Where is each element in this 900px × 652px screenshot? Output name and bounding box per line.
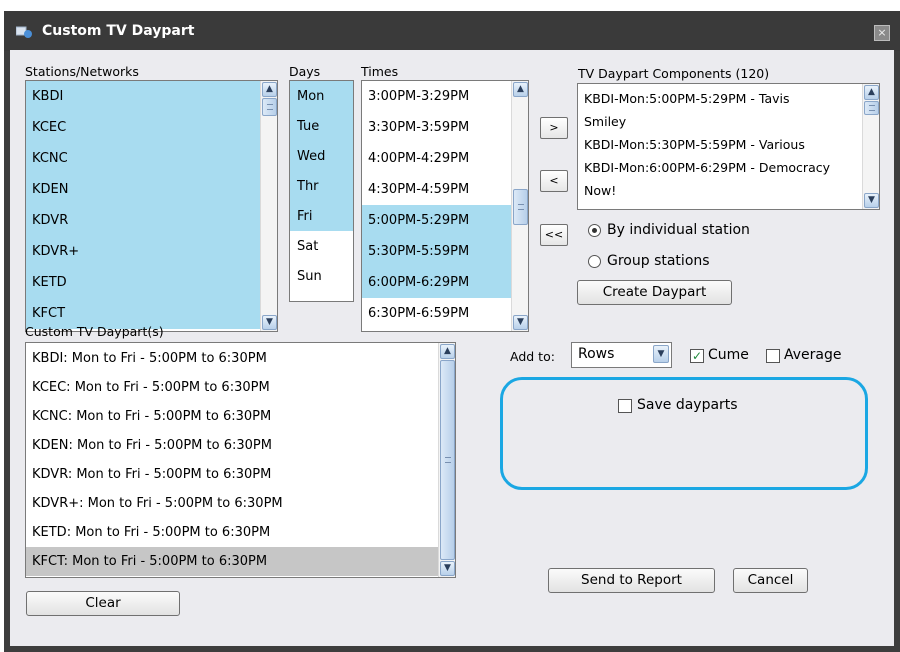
day-item[interactable]: Tue bbox=[290, 111, 353, 141]
time-item[interactable]: 4:00PM-4:29PM bbox=[362, 143, 528, 174]
time-item[interactable]: 6:30PM-6:59PM bbox=[362, 298, 528, 329]
save-dayparts-label[interactable]: Save dayparts bbox=[637, 397, 738, 413]
station-item[interactable]: KCNC bbox=[26, 143, 277, 174]
component-item-line[interactable]: KBDI-Mon:6:00PM-6:29PM - Democracy bbox=[578, 156, 879, 179]
group-stations-label[interactable]: Group stations bbox=[607, 253, 710, 269]
day-item[interactable]: Fri bbox=[290, 201, 353, 231]
save-dayparts-highlight bbox=[500, 377, 868, 490]
remove-component-button[interactable]: < bbox=[540, 170, 568, 192]
days-listbox[interactable]: Mon Tue Wed Thr Fri Sat Sun bbox=[289, 80, 354, 302]
add-component-button[interactable]: > bbox=[540, 117, 568, 139]
scroll-down-icon[interactable]: ▼ bbox=[513, 315, 528, 330]
window-title: Custom TV Daypart bbox=[42, 23, 195, 39]
custom-daypart-item[interactable]: KETD: Mon to Fri - 5:00PM to 6:30PM bbox=[26, 518, 455, 547]
stations-listbox[interactable]: KBDI KCEC KCNC KDEN KDVR KDVR+ KETD KFCT ▲ ▼ bbox=[25, 80, 278, 332]
stations-scrollbar[interactable]: ▲ ▼ bbox=[260, 81, 277, 331]
station-item[interactable]: KDVR+ bbox=[26, 236, 277, 267]
create-daypart-button[interactable]: Create Daypart bbox=[577, 280, 732, 305]
add-to-label: Add to: bbox=[510, 349, 555, 364]
scroll-down-icon[interactable]: ▼ bbox=[864, 193, 879, 208]
average-checkbox[interactable] bbox=[766, 349, 780, 363]
chevron-down-icon[interactable]: ▼ bbox=[653, 345, 669, 363]
station-item[interactable]: KCEC bbox=[26, 112, 277, 143]
days-label: Days bbox=[289, 64, 321, 79]
average-label[interactable]: Average bbox=[784, 347, 842, 363]
custom-daypart-item[interactable]: KCNC: Mon to Fri - 5:00PM to 6:30PM bbox=[26, 402, 455, 431]
custom-daypart-item[interactable]: KCEC: Mon to Fri - 5:00PM to 6:30PM bbox=[26, 373, 455, 402]
custom-dayparts-label: Custom TV Daypart(s) bbox=[25, 324, 164, 339]
cume-label[interactable]: Cume bbox=[708, 347, 749, 363]
scroll-down-icon[interactable]: ▼ bbox=[262, 315, 277, 330]
custom-daypart-item[interactable]: KBDI: Mon to Fri - 5:00PM to 6:30PM bbox=[26, 344, 455, 373]
component-item-line[interactable]: KBDI-Mon:5:30PM-5:59PM - Various bbox=[578, 133, 879, 156]
times-listbox[interactable]: 3:00PM-3:29PM 3:30PM-3:59PM 4:00PM-4:29PM 4… bbox=[361, 80, 529, 332]
time-item[interactable]: 3:30PM-3:59PM bbox=[362, 112, 528, 143]
scroll-down-icon[interactable]: ▼ bbox=[440, 561, 455, 576]
time-item[interactable]: 3:00PM-3:29PM bbox=[362, 81, 528, 112]
scroll-thumb[interactable] bbox=[864, 101, 879, 115]
day-item[interactable]: Mon bbox=[290, 81, 353, 111]
dialog-body: Stations/Networks KBDI KCEC KCNC KDEN KDVR KD… bbox=[10, 50, 894, 646]
tv-daypart-app-icon bbox=[16, 26, 32, 38]
custom-daypart-item[interactable]: KFCT: Mon to Fri - 5:00PM to 6:30PM bbox=[26, 547, 455, 576]
time-item[interactable]: 5:30PM-5:59PM bbox=[362, 236, 528, 267]
custom-daypart-item[interactable]: KDEN: Mon to Fri - 5:00PM to 6:30PM bbox=[26, 431, 455, 460]
cancel-button[interactable]: Cancel bbox=[733, 568, 808, 593]
component-item-line[interactable]: KBDI-Mon:5:00PM-5:29PM - Tavis bbox=[578, 87, 879, 110]
group-stations-radio[interactable] bbox=[588, 255, 601, 268]
add-to-select[interactable]: Rows ▼ bbox=[571, 342, 672, 368]
station-item[interactable]: KBDI bbox=[26, 81, 277, 112]
time-item[interactable]: 4:30PM-4:59PM bbox=[362, 174, 528, 205]
times-label: Times bbox=[361, 64, 399, 79]
custom-daypart-item[interactable]: KDVR+: Mon to Fri - 5:00PM to 6:30PM bbox=[26, 489, 455, 518]
scroll-up-icon[interactable]: ▲ bbox=[440, 344, 455, 359]
station-item[interactable]: KDEN bbox=[26, 174, 277, 205]
send-to-report-button[interactable]: Send to Report bbox=[548, 568, 715, 593]
add-to-value: Rows bbox=[578, 346, 615, 362]
component-item-line[interactable]: Smiley bbox=[578, 110, 879, 133]
scroll-thumb[interactable] bbox=[440, 360, 455, 560]
components-scrollbar[interactable]: ▲ ▼ bbox=[862, 84, 879, 209]
day-item[interactable]: Sat bbox=[290, 231, 353, 261]
day-item[interactable]: Sun bbox=[290, 261, 353, 291]
scroll-thumb[interactable] bbox=[513, 189, 528, 225]
day-item[interactable]: Wed bbox=[290, 141, 353, 171]
component-item-line[interactable]: Now! bbox=[578, 179, 879, 202]
by-station-radio[interactable] bbox=[588, 224, 601, 237]
station-item[interactable]: KDVR bbox=[26, 205, 277, 236]
components-label: TV Daypart Components (120) bbox=[578, 66, 770, 81]
close-icon[interactable]: × bbox=[874, 25, 890, 41]
save-dayparts-checkbox[interactable] bbox=[618, 399, 632, 413]
cume-checkbox[interactable]: ✓ bbox=[690, 349, 704, 363]
scroll-up-icon[interactable]: ▲ bbox=[262, 82, 277, 97]
station-item[interactable]: KETD bbox=[26, 267, 277, 298]
dialog-window: Custom TV Daypart × Stations/Networks KB… bbox=[4, 11, 900, 652]
custom-daypart-item[interactable]: KDVR: Mon to Fri - 5:00PM to 6:30PM bbox=[26, 460, 455, 489]
remove-all-components-button[interactable]: << bbox=[540, 224, 568, 246]
custom-dayparts-scrollbar[interactable]: ▲ ▼ bbox=[438, 343, 455, 577]
time-item[interactable]: 6:00PM-6:29PM bbox=[362, 267, 528, 298]
scroll-thumb[interactable] bbox=[262, 98, 277, 116]
clear-button[interactable]: Clear bbox=[26, 591, 180, 616]
times-scrollbar[interactable]: ▲ ▼ bbox=[511, 81, 528, 331]
by-station-label[interactable]: By individual station bbox=[607, 222, 750, 238]
components-listbox[interactable]: KBDI-Mon:5:00PM-5:29PM - Tavis Smiley KBDI… bbox=[577, 83, 880, 210]
custom-dayparts-listbox[interactable]: KBDI: Mon to Fri - 5:00PM to 6:30PM KCEC:… bbox=[25, 342, 456, 578]
day-item[interactable]: Thr bbox=[290, 171, 353, 201]
scroll-up-icon[interactable]: ▲ bbox=[864, 85, 879, 100]
time-item[interactable]: 5:00PM-5:29PM bbox=[362, 205, 528, 236]
title-bar[interactable]: Custom TV Daypart × bbox=[4, 11, 900, 51]
scroll-up-icon[interactable]: ▲ bbox=[513, 82, 528, 97]
stations-label: Stations/Networks bbox=[25, 64, 139, 79]
